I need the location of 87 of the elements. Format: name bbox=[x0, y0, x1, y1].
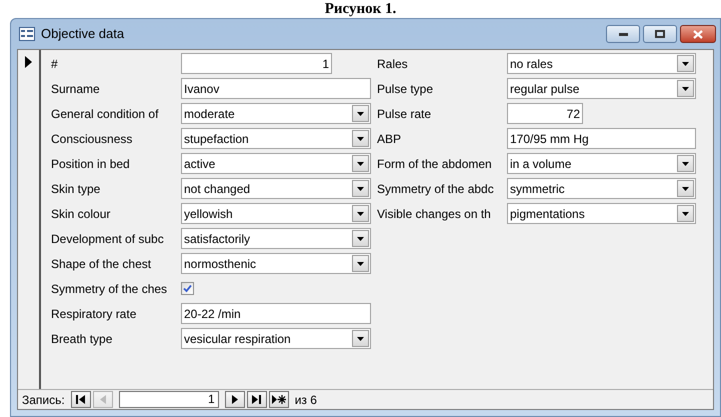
field-label: Surname bbox=[51, 80, 101, 98]
dropdown-field[interactable]: in a volume bbox=[507, 153, 696, 174]
input-field[interactable]: 72 bbox=[507, 103, 583, 124]
dropdown-button[interactable] bbox=[352, 230, 369, 247]
input-field[interactable]: 1 bbox=[181, 53, 332, 74]
field-label: Breath type bbox=[51, 330, 114, 348]
field-label: Consciousness bbox=[51, 130, 134, 148]
dropdown-field[interactable]: pigmentations bbox=[507, 203, 696, 224]
maximize-icon bbox=[655, 30, 665, 38]
caret-icon bbox=[357, 112, 364, 116]
dropdown-field[interactable]: vesicular respiration bbox=[181, 328, 371, 349]
minimize-button[interactable] bbox=[606, 25, 640, 43]
figure-caption: Рисунок 1. bbox=[324, 1, 396, 18]
field-label: Symmetry of the ches bbox=[51, 280, 168, 298]
dropdown-field[interactable]: normosthenic bbox=[181, 253, 371, 274]
first-icon bbox=[76, 395, 86, 404]
check-icon bbox=[183, 284, 192, 293]
caret-icon bbox=[682, 62, 689, 66]
maximize-button[interactable] bbox=[643, 25, 677, 43]
record-label: Запись: bbox=[22, 392, 65, 408]
dropdown-button[interactable] bbox=[352, 205, 369, 222]
previous-icon bbox=[100, 395, 106, 404]
field-label: ABP bbox=[377, 130, 402, 148]
caret-icon bbox=[682, 162, 689, 166]
input-field[interactable]: 170/95 mm Hg bbox=[507, 128, 696, 149]
dropdown-button[interactable] bbox=[677, 205, 694, 222]
caret-icon bbox=[682, 212, 689, 216]
field-label: # bbox=[51, 56, 59, 72]
next-record-button[interactable] bbox=[224, 391, 245, 408]
dropdown-field[interactable]: active bbox=[181, 153, 371, 174]
field-label: Shape of the chest bbox=[51, 256, 152, 272]
dropdown-button[interactable] bbox=[677, 80, 694, 97]
caret-icon bbox=[357, 262, 364, 266]
field-label: Position in bed bbox=[51, 156, 131, 172]
first-record-button[interactable] bbox=[70, 391, 91, 408]
input-field[interactable]: 20-22 /min bbox=[181, 303, 371, 324]
dropdown-field[interactable]: moderate bbox=[181, 103, 371, 124]
field-label: Skin type bbox=[51, 180, 102, 198]
dropdown-field[interactable]: satisfactorily bbox=[181, 228, 371, 249]
close-icon bbox=[693, 30, 703, 38]
checkbox[interactable] bbox=[181, 282, 194, 295]
next-icon bbox=[232, 395, 238, 404]
dropdown-field[interactable]: regular pulse bbox=[507, 78, 696, 99]
dropdown-field[interactable]: not changed bbox=[181, 178, 371, 199]
field-label: Visible changes on th bbox=[377, 206, 492, 222]
field-label: General condition of bbox=[51, 106, 160, 122]
input-field[interactable]: Ivanov bbox=[181, 78, 371, 99]
caret-icon bbox=[682, 186, 689, 190]
new-record-icon bbox=[272, 395, 286, 404]
dropdown-field[interactable]: symmetric bbox=[507, 178, 696, 199]
dropdown-button[interactable] bbox=[352, 180, 369, 197]
last-icon bbox=[252, 395, 262, 404]
field-label: Development of subc bbox=[51, 230, 165, 248]
caret-icon bbox=[357, 212, 364, 216]
caret-icon bbox=[357, 336, 364, 340]
dropdown-button[interactable] bbox=[352, 105, 369, 122]
field-label: Respiratory rate bbox=[51, 306, 138, 322]
window-title: Objective data bbox=[41, 25, 124, 44]
new-record-button[interactable] bbox=[268, 391, 289, 408]
field-label: Form of the abdomen bbox=[377, 156, 493, 172]
caret-icon bbox=[682, 86, 689, 90]
current-record-icon bbox=[25, 56, 32, 68]
dropdown-button[interactable] bbox=[352, 330, 369, 347]
dropdown-field[interactable]: stupefaction bbox=[181, 128, 371, 149]
caret-icon bbox=[357, 162, 364, 166]
dropdown-button[interactable] bbox=[352, 255, 369, 272]
dropdown-button[interactable] bbox=[677, 155, 694, 172]
dropdown-field[interactable]: no rales bbox=[507, 53, 696, 74]
record-count: из 6 bbox=[294, 392, 317, 408]
close-button[interactable] bbox=[680, 25, 716, 43]
dropdown-button[interactable] bbox=[352, 155, 369, 172]
dropdown-button[interactable] bbox=[352, 130, 369, 147]
caret-icon bbox=[357, 236, 364, 240]
field-label: Symmetry of the abdc bbox=[377, 180, 495, 198]
dropdown-field[interactable]: yellowish bbox=[181, 203, 371, 224]
caret-icon bbox=[357, 186, 364, 190]
caret-icon bbox=[357, 136, 364, 140]
dropdown-button[interactable] bbox=[677, 180, 694, 197]
record-number-field[interactable]: 1 bbox=[118, 391, 219, 408]
last-record-button[interactable] bbox=[246, 391, 267, 408]
field-label: Pulse rate bbox=[377, 106, 432, 122]
field-label: Pulse type bbox=[377, 80, 434, 98]
field-label: Skin colour bbox=[51, 206, 112, 222]
field-label: Rales bbox=[377, 56, 409, 72]
dropdown-button[interactable] bbox=[677, 55, 694, 72]
form-icon bbox=[19, 27, 35, 41]
minimize-icon bbox=[618, 32, 628, 36]
